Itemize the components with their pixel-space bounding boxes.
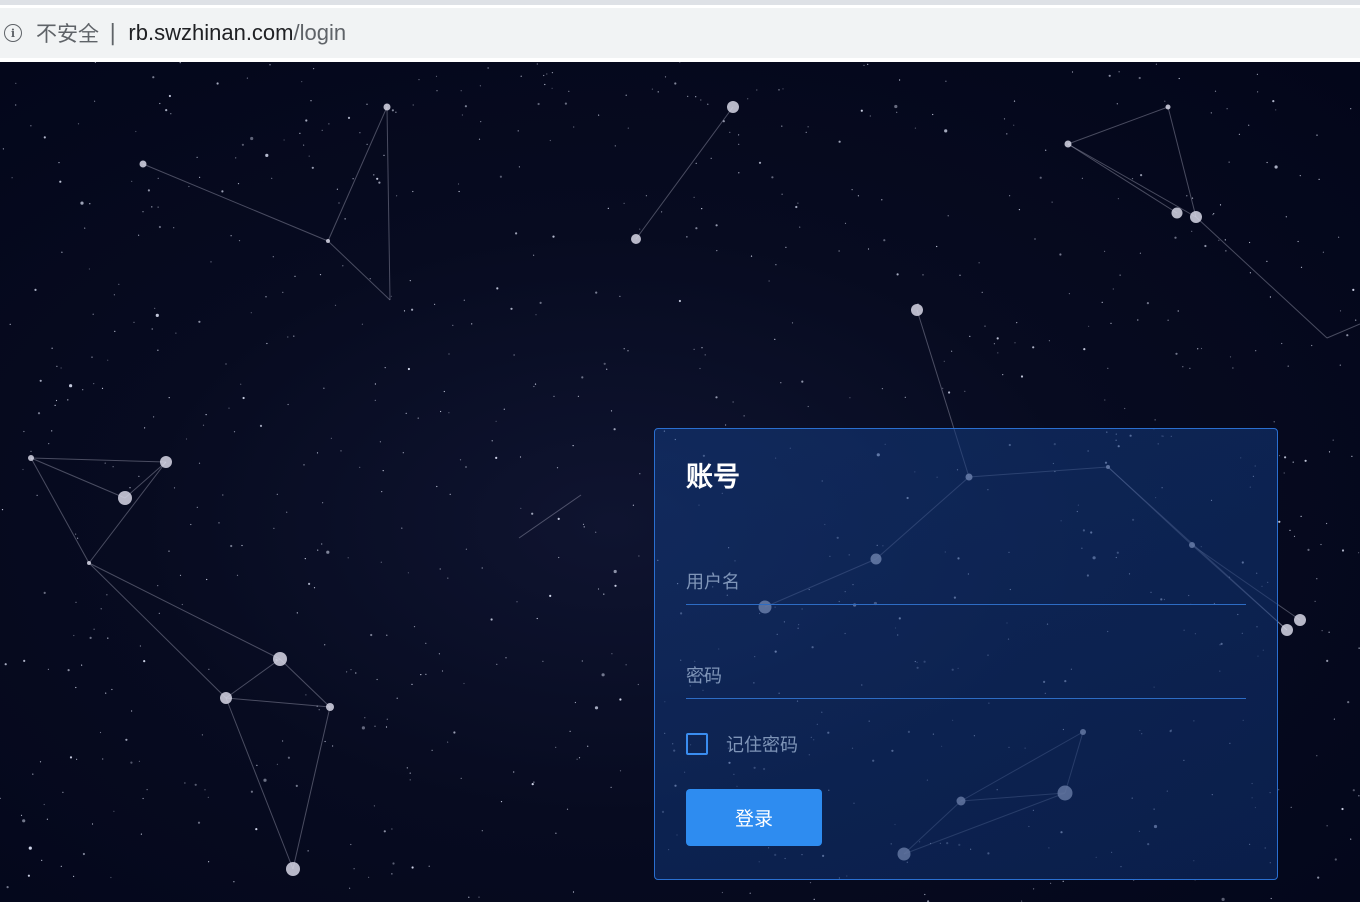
remember-password-label[interactable]: 记住密码 xyxy=(726,731,798,757)
login-panel: 账号 记住密码 登录 xyxy=(654,428,1278,880)
info-circle-icon[interactable]: i xyxy=(4,24,22,42)
security-label[interactable]: 不安全 xyxy=(36,18,99,48)
browser-toolbar: i 不安全 | rb.swzhinan.com/login xyxy=(0,0,1360,62)
remember-password-row[interactable]: 记住密码 xyxy=(686,731,798,757)
starfield-background: 账号 记住密码 登录 xyxy=(0,62,1360,902)
username-field[interactable] xyxy=(686,561,1246,605)
url-host: rb.swzhinan.com xyxy=(128,20,294,45)
tab-strip xyxy=(0,0,1360,5)
address-separator: | xyxy=(109,20,117,46)
remember-password-checkbox[interactable] xyxy=(686,733,708,755)
address-bar[interactable]: i 不安全 | rb.swzhinan.com/login xyxy=(0,8,1360,58)
password-field[interactable] xyxy=(686,655,1246,699)
url-path: /login xyxy=(293,20,347,45)
login-button[interactable]: 登录 xyxy=(686,789,822,846)
password-input[interactable] xyxy=(686,655,1246,698)
url-text[interactable]: rb.swzhinan.com/login xyxy=(128,20,346,46)
username-input[interactable] xyxy=(686,561,1246,604)
login-title: 账号 xyxy=(686,462,740,493)
